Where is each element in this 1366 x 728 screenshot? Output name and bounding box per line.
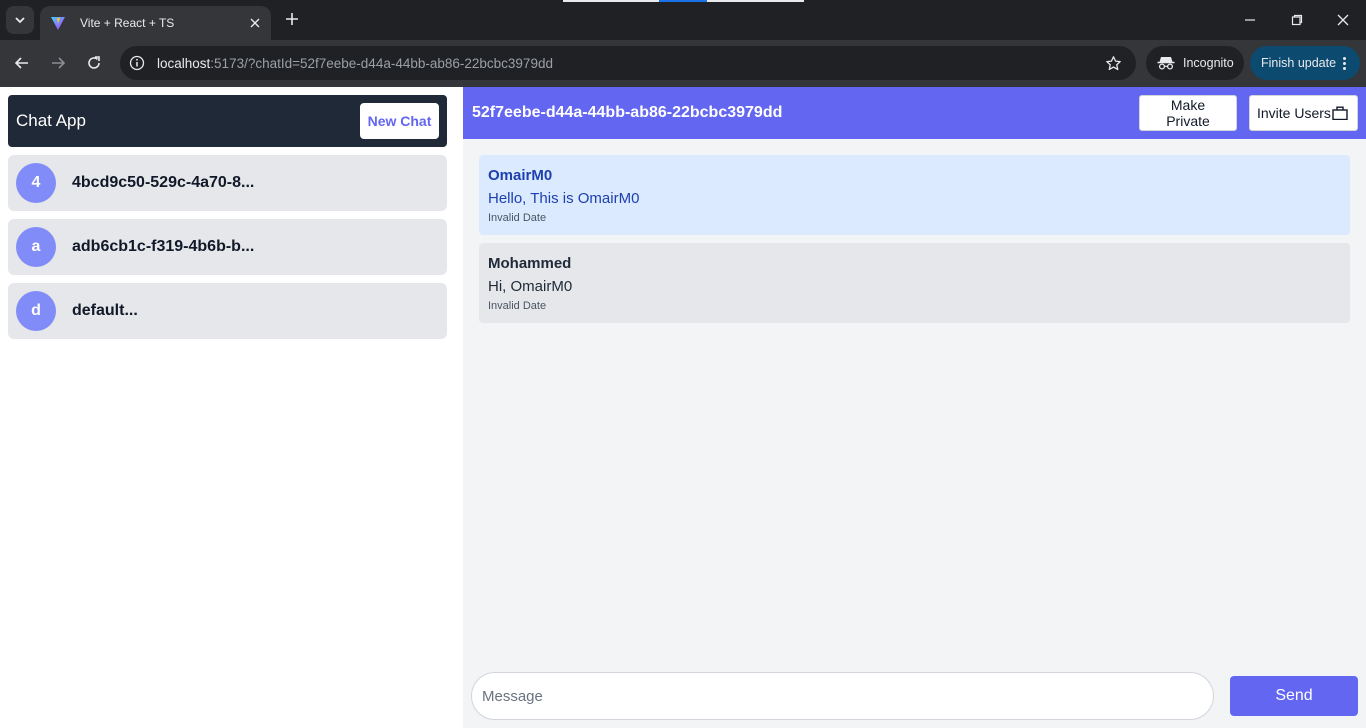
message-text: Hello, This is OmairM0: [488, 190, 640, 207]
tab-title: Vite + React + TS: [80, 16, 175, 30]
incognito-indicator[interactable]: Incognito: [1146, 46, 1244, 80]
site-info-icon[interactable]: [125, 51, 149, 75]
browser-tab-bar: Vite + React + TS: [0, 0, 1366, 40]
forward-arrow-icon[interactable]: [45, 50, 71, 76]
finish-update-label: Finish update: [1261, 56, 1337, 70]
message-date: Invalid Date: [488, 300, 547, 312]
message-text: Hi, OmairM0: [488, 278, 573, 295]
chat-app: Chat App New Chat 4 4bcd9c50-529c-4a70-8…: [0, 87, 1366, 728]
close-window-icon[interactable]: [1330, 7, 1356, 33]
avatar: 4: [16, 163, 56, 203]
browser-tab[interactable]: Vite + React + TS: [40, 6, 271, 40]
reload-icon[interactable]: [81, 50, 107, 76]
app-title: Chat App: [16, 111, 86, 130]
message-item: OmairM0 Hello, This is OmairM0 Invalid D…: [479, 155, 1350, 235]
plus-icon[interactable]: [281, 8, 303, 30]
chat-name: default...: [72, 302, 138, 319]
restore-icon[interactable]: [1284, 7, 1310, 33]
tab-search-icon[interactable]: [6, 6, 34, 34]
message-item: Mohammed Hi, OmairM0 Invalid Date: [479, 243, 1350, 323]
chat-list-item[interactable]: 4 4bcd9c50-529c-4a70-8...: [8, 155, 447, 211]
finish-update-button[interactable]: Finish update: [1250, 46, 1360, 80]
invite-users-label: Invite Users: [1257, 105, 1331, 121]
chat-panel: 52f7eebe-d44a-44bb-ab86-22bcbc3979dd Mak…: [463, 87, 1366, 728]
share-icon: [1332, 106, 1348, 120]
incognito-label: Incognito: [1183, 56, 1234, 70]
chat-name: 4bcd9c50-529c-4a70-8...: [72, 174, 255, 191]
incognito-icon: [1157, 56, 1175, 70]
chat-name: adb6cb1c-f319-4b6b-b...: [72, 238, 255, 255]
kebab-menu-icon[interactable]: [1343, 56, 1347, 70]
back-arrow-icon[interactable]: [9, 50, 35, 76]
sidebar-header: Chat App New Chat: [8, 95, 447, 147]
message-author: Mohammed: [488, 255, 572, 272]
message-author: OmairM0: [488, 167, 553, 184]
send-button[interactable]: Send: [1230, 676, 1358, 716]
message-date: Invalid Date: [488, 212, 547, 224]
avatar: d: [16, 291, 56, 331]
invite-users-button[interactable]: Invite Users: [1249, 95, 1358, 131]
browser-toolbar: localhost:5173/?chatId=52f7eebe-d44a-44b…: [0, 40, 1366, 87]
message-input[interactable]: [471, 672, 1214, 720]
sidebar: Chat App New Chat 4 4bcd9c50-529c-4a70-8…: [0, 87, 463, 728]
address-bar[interactable]: localhost:5173/?chatId=52f7eebe-d44a-44b…: [120, 46, 1136, 80]
top-progress-indicator: [563, 0, 804, 2]
close-icon[interactable]: [245, 13, 265, 33]
make-private-button[interactable]: Make Private: [1139, 95, 1237, 131]
vite-favicon-icon: [50, 15, 66, 31]
star-icon[interactable]: [1102, 52, 1124, 74]
new-chat-button[interactable]: New Chat: [360, 103, 439, 139]
chat-list-item[interactable]: d default...: [8, 283, 447, 339]
avatar: a: [16, 227, 56, 267]
chat-list-item[interactable]: a adb6cb1c-f319-4b6b-b...: [8, 219, 447, 275]
chat-header: 52f7eebe-d44a-44bb-ab86-22bcbc3979dd Mak…: [463, 87, 1366, 139]
minimize-icon[interactable]: [1237, 7, 1263, 33]
chat-title: 52f7eebe-d44a-44bb-ab86-22bcbc3979dd: [472, 104, 783, 121]
url-text: localhost:5173/?chatId=52f7eebe-d44a-44b…: [157, 55, 553, 71]
